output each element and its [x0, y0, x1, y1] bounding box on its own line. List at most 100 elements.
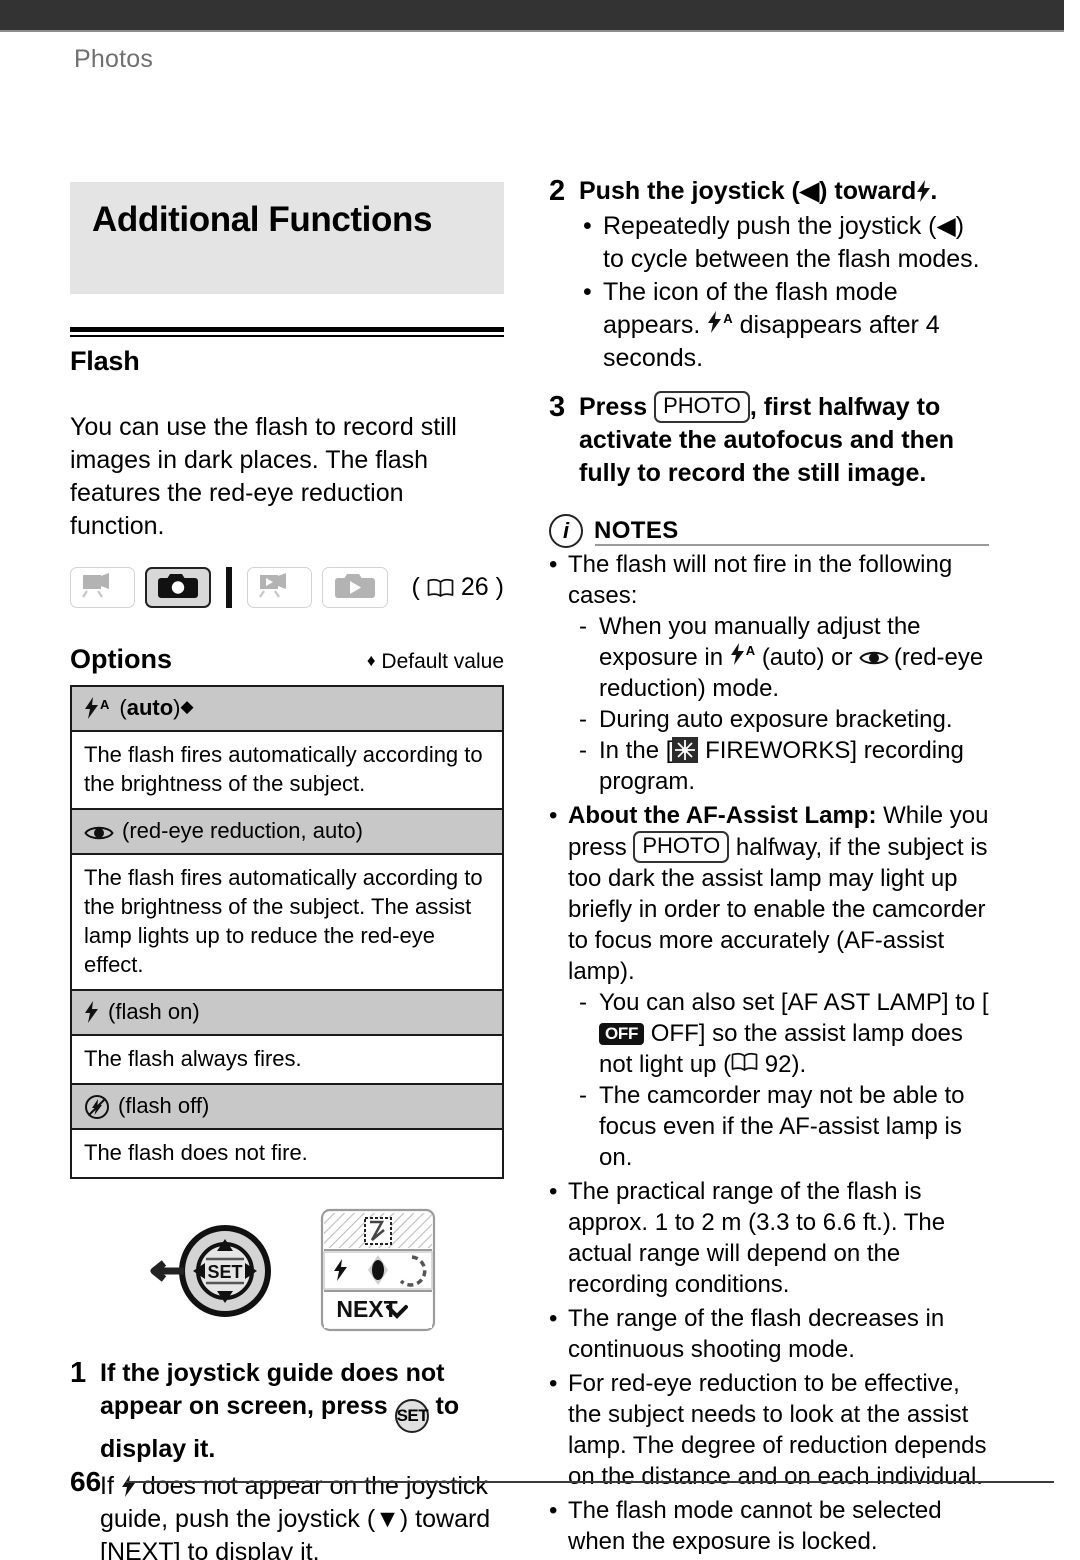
- bullet-dot-icon: •: [549, 1178, 558, 1205]
- note-item: • The range of the flash decreases in co…: [549, 1303, 989, 1365]
- joystick-guide-diagram: NEXT: [320, 1207, 436, 1338]
- flash-on-icon: [84, 1001, 98, 1023]
- bullet-dot-icon: •: [549, 802, 558, 829]
- step-1-number: 1: [70, 1357, 87, 1389]
- step-2: 2 Push the joystick (◀) toward .: [549, 175, 989, 208]
- mode-button-photo-record[interactable]: [145, 567, 211, 608]
- dash-icon: -: [579, 706, 587, 733]
- book-icon: [731, 1052, 758, 1072]
- mode-button-camcorder-record[interactable]: [70, 567, 136, 608]
- flash-off-icon: [84, 1094, 109, 1119]
- option-name-flash-on: (flash on): [108, 999, 200, 1024]
- default-value-text: Default value: [381, 650, 504, 673]
- step-3: 3 Press PHOTO, first halfway to activate…: [549, 391, 989, 490]
- options-header: Options ♦ Default value: [70, 644, 504, 675]
- page-reference: ( 26 ): [411, 573, 504, 601]
- chapter-title: Additional Functions: [92, 200, 433, 239]
- note-3-text: The practical range of the flash is appr…: [568, 1178, 946, 1298]
- bullet-dot-icon: •: [549, 1497, 558, 1524]
- page-footer: 66: [70, 1466, 1054, 1498]
- options-table: A ((auto)auto)◆ The flash fires automati…: [70, 685, 504, 1179]
- page-reference-number: 26: [460, 573, 489, 601]
- note-sub-item: - The camcorder may not be able to focus…: [549, 1080, 989, 1173]
- default-value-note: ♦ Default value: [367, 650, 504, 674]
- note-item: • The flash mode cannot be selected when…: [549, 1495, 989, 1557]
- step-2-text-b: .: [930, 177, 938, 205]
- set-key-icon: SET: [394, 1399, 429, 1433]
- note-sub-item: - You can also set [AF AST LAMP] to [ OFF…: [549, 987, 989, 1080]
- intro-paragraph: You can use the flash to record still im…: [70, 413, 457, 540]
- mode-bar: ( 26 ): [70, 567, 504, 608]
- bullet-dot-icon: •: [583, 278, 592, 306]
- camcorder-record-icon: [81, 572, 125, 603]
- note-2-sub-1-c: ).: [791, 1051, 807, 1078]
- table-row-header-flash-off: (flash off): [72, 1083, 502, 1130]
- notes-header: i NOTES: [549, 514, 989, 548]
- svg-text:SET: SET: [207, 1262, 242, 1282]
- bullet-dot-icon: •: [549, 1305, 558, 1332]
- top-dark-bar: [0, 0, 1064, 32]
- table-row-header-flash-on: (flash on): [72, 989, 502, 1036]
- step-1: 1 If the joystick guide does not appear …: [70, 1357, 504, 1466]
- step-3-text: Press PHOTO, first halfway to activate t…: [579, 391, 989, 490]
- section-divider: [70, 327, 504, 337]
- notes-section: i NOTES • The flash will not fire in the…: [549, 514, 989, 1557]
- dash-icon: -: [579, 1082, 587, 1109]
- note-item: • The practical range of the flash is ap…: [549, 1176, 989, 1300]
- step-1-text: If the joystick guide does not appear on…: [100, 1357, 504, 1466]
- left-column: Additional Functions Flash You can use t…: [70, 182, 504, 1560]
- photo-key-icon: PHOTO: [654, 391, 750, 423]
- camcorder-playback-icon: [258, 572, 302, 603]
- note-6-text: The flash mode cannot be selected when t…: [568, 1497, 942, 1555]
- step-2-bullets: • Repeatedly push the joystick (◀) to cy…: [549, 210, 989, 375]
- step-2-text-a: Push the joystick (◀) toward: [579, 177, 917, 205]
- mode-button-video-playback[interactable]: [246, 567, 313, 608]
- step-1-text-a: If the joystick guide does not appear on…: [100, 1359, 445, 1420]
- option-name-flash-off: (flash off): [118, 1093, 210, 1118]
- note-2-sub-1-a: You can also set [AF AST LAMP] to [: [599, 989, 989, 1016]
- chapter-title-band: Additional Functions: [70, 182, 504, 294]
- step-3-number: 3: [549, 391, 566, 423]
- running-head: Photos: [74, 45, 154, 73]
- step-2-bullet-1: • Repeatedly push the joystick (◀) to cy…: [549, 210, 989, 276]
- note-item: • About the AF-Assist Lamp: While you pr…: [549, 800, 989, 987]
- footer-rule: [126, 1481, 1054, 1483]
- note-1-sub-3-a: In the [: [599, 737, 673, 764]
- table-cell-desc-auto: The flash fires automatically according …: [84, 742, 483, 796]
- note-sub-item: - When you manually adjust the exposure …: [549, 611, 989, 704]
- flash-auto-icon: A: [707, 311, 733, 333]
- note-item: • The flash will not fire in the followi…: [549, 549, 989, 611]
- flash-auto-icon: A: [730, 643, 755, 665]
- note-1-text: The flash will not fire in the following…: [568, 551, 953, 609]
- dash-icon: -: [579, 613, 587, 640]
- note-sub-item: - During auto exposure bracketing.: [549, 704, 989, 735]
- default-marker: ♦: [366, 651, 376, 670]
- red-eye-reduction-icon: [859, 642, 889, 665]
- red-eye-reduction-icon: [84, 822, 114, 840]
- bullet-dot-icon: •: [583, 212, 592, 240]
- flash-auto-icon: A: [84, 697, 109, 719]
- dash-icon: -: [579, 989, 587, 1016]
- camera-photo-icon: [157, 572, 199, 604]
- mode-separator: [225, 567, 232, 608]
- note-sub-item: - In the [ FIREWORKS] recording program.: [549, 735, 989, 797]
- book-icon: [427, 578, 454, 598]
- dash-icon: -: [579, 737, 587, 764]
- joystick-diagram: SET: [148, 1213, 278, 1338]
- flash-icon: [916, 175, 931, 202]
- section-title: Flash: [70, 346, 140, 376]
- option-name-redeye: (red-eye reduction, auto): [122, 818, 363, 843]
- note-4-text: The range of the flash decreases in cont…: [568, 1305, 945, 1363]
- mode-button-photo-playback[interactable]: [322, 567, 388, 608]
- step-2-bullet-2: • The icon of the flash mode appears. A …: [549, 276, 989, 375]
- note-1-sub-2: During auto exposure bracketing.: [599, 706, 953, 733]
- notes-title: NOTES: [594, 517, 679, 544]
- options-label: Options: [70, 644, 172, 674]
- note-2-sub-2: The camcorder may not be able to focus e…: [599, 1082, 965, 1171]
- photo-key-icon: PHOTO: [633, 831, 730, 863]
- note-2-text-b: halfway, if the subject is too dark the …: [568, 834, 988, 985]
- manual-page: Photos Additional Functions Flash You ca…: [0, 0, 1080, 1560]
- bullet-dot-icon: •: [549, 551, 558, 578]
- table-cell-desc-flash-off: The flash does not fire.: [84, 1140, 308, 1165]
- off-badge-icon: OFF: [599, 1023, 645, 1045]
